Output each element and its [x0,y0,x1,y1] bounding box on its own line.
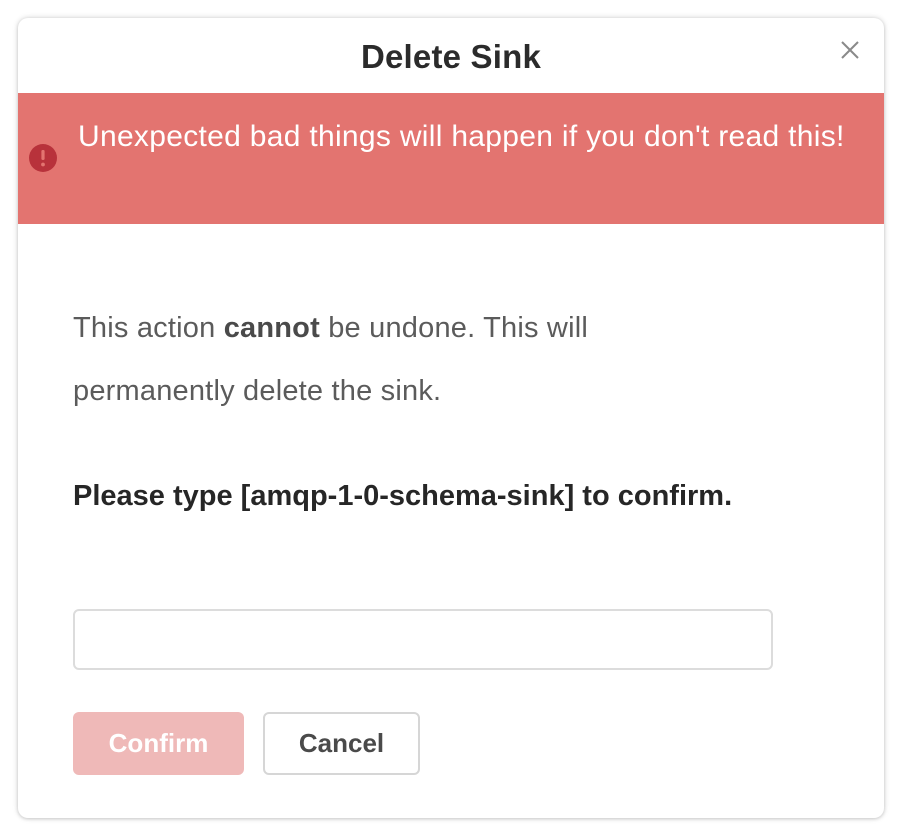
close-icon [841,41,859,59]
dialog-header: Delete Sink [18,18,884,93]
close-button[interactable] [838,38,862,62]
cancel-button[interactable]: Cancel [263,712,420,775]
warning-alert: Unexpected bad things will happen if you… [18,93,884,224]
description-text-before: This action [73,312,224,344]
confirm-button[interactable]: Confirm [73,712,244,775]
dialog-title: Delete Sink [360,37,542,75]
warning-description: This action cannot be undone. This will … [73,297,733,423]
exclamation-circle-icon [29,144,57,172]
page-backdrop: Delete Sink Unexpected bad things will h… [0,0,902,836]
confirmation-label: Please type [amqp-1-0-schema-sink] to co… [73,480,733,512]
delete-sink-dialog: Delete Sink Unexpected bad things will h… [18,18,884,818]
confirmation-input[interactable] [73,609,773,670]
alert-message: Unexpected bad things will happen if you… [78,120,845,153]
description-emphasis: cannot [223,312,320,344]
